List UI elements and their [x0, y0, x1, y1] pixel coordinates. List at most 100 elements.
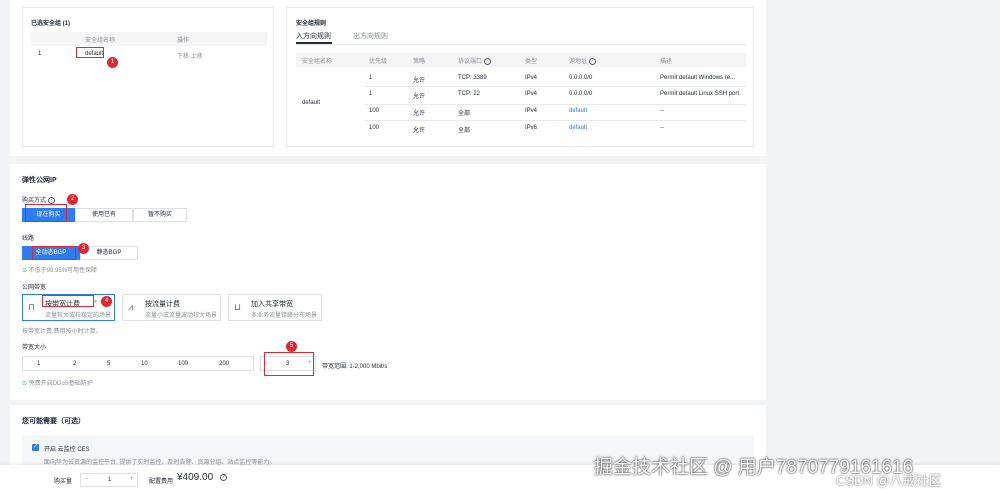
- qty-stepper: − 1 +: [80, 473, 138, 487]
- bw-type-shared-sub: 多业务流量错峰分布场景: [251, 313, 318, 319]
- rule-4-type: IPv6: [525, 125, 538, 131]
- buy-method-label: 购买方式 ?: [22, 195, 55, 204]
- bw-size-group: 1 2 5 10 100 200: [22, 356, 254, 371]
- rule-1-priority: 1: [369, 75, 373, 81]
- marker-badge-4: 4: [101, 296, 112, 307]
- router-icon: ⊓: [28, 302, 36, 312]
- rule-1-description: Permit default Windows re...: [660, 75, 736, 81]
- rule-1-source: 0.0.0.0/0: [569, 75, 593, 81]
- top-section-bg: [10, 0, 766, 7]
- col-protocol-port: 协议端口 ?: [458, 56, 491, 65]
- rules-group-name: default: [302, 100, 321, 106]
- no-buy-button[interactable]: 暂不购买: [133, 208, 187, 222]
- bw-type-note: 按带宽计费,费用按小时计算。: [22, 329, 102, 335]
- bw-size-option[interactable]: 5: [107, 361, 110, 367]
- price-label: 配置费用: [149, 479, 174, 485]
- marker-badge-1: 1: [107, 57, 118, 68]
- selected-sg-card: 已选安全组 (1) 安全组名称 操作 1 default 下移 上移: [22, 7, 274, 147]
- rule-4-source-link[interactable]: default: [569, 125, 587, 131]
- selected-sg-title: 已选安全组 (1): [31, 21, 71, 27]
- col-policy: 策略: [413, 59, 426, 65]
- rule-3-source-link[interactable]: default: [569, 108, 587, 114]
- selected-sg-row-ops[interactable]: 下移 上移: [177, 51, 203, 60]
- row-divider: [365, 120, 746, 121]
- rule-3-type: IPv4: [525, 108, 538, 114]
- tab-divider: [296, 44, 746, 45]
- selected-sg-header: [31, 32, 267, 46]
- rule-2-port: TCP: 22: [458, 91, 481, 97]
- col-priority: 优先级: [369, 59, 388, 65]
- sg-rules-title: 安全组规则: [296, 21, 327, 27]
- tab-inbound[interactable]: 入方向规则: [296, 31, 331, 41]
- bw-range: 带宽范围: 1-2,000 Mbit/s: [322, 364, 388, 370]
- rule-4-port: 全部: [458, 128, 471, 134]
- help-icon[interactable]: ?: [47, 196, 55, 204]
- price-help-icon[interactable]: ?: [220, 474, 227, 481]
- top-section-right-edge: [754, 7, 766, 147]
- rule-3-policy: 允许: [413, 111, 426, 117]
- bw-size-option[interactable]: 100: [178, 361, 188, 367]
- eip-section: 弹性公网IP 购买方式 ? 现在购买 使用已有 暂不购买 线路 全动态BGP 静…: [10, 164, 766, 400]
- help-icon[interactable]: ?: [588, 57, 596, 65]
- bw-size-label: 带宽大小: [22, 345, 47, 351]
- top-section-bottom: [10, 147, 766, 156]
- ces-checkbox[interactable]: ✓: [32, 444, 39, 451]
- extras-title: 您可能需要（可选）: [22, 418, 85, 425]
- marker-box-4: [42, 295, 94, 307]
- row-divider: [365, 104, 746, 105]
- sg-rules-card: 安全组规则 入方向规则 出方向规则 安全组名称 优先级 策略 协议端口 ? 类型…: [286, 7, 754, 147]
- bw-type-bandwidth-sub: 流量较大或较稳定的场景: [45, 313, 112, 319]
- col-description: 描述: [660, 59, 673, 65]
- rule-2-policy: 允许: [413, 94, 426, 100]
- rule-4-priority: 100: [369, 125, 380, 131]
- bw-type-label: 公网带宽: [22, 285, 47, 291]
- selected-sg-col-name: 安全组名称: [85, 38, 116, 44]
- chart-line-icon: ⩘: [128, 302, 134, 312]
- bw-type-traffic-title: 按流量计费: [145, 301, 180, 308]
- bw-size-option[interactable]: 10: [141, 361, 148, 367]
- qty-value-input[interactable]: 1: [108, 477, 111, 483]
- rule-3-priority: 100: [369, 108, 380, 114]
- use-existing-button[interactable]: 使用已有: [75, 208, 133, 222]
- marker-box-3: [32, 246, 76, 260]
- rule-3-port: 全部: [458, 111, 471, 117]
- rule-2-description: Permit default Linux SSH port: [660, 91, 740, 97]
- marker-box-2: [25, 204, 67, 222]
- bw-type-card-shared[interactable]: ⊔ 加入共享带宽 多业务流量错峰分布场景: [228, 294, 322, 321]
- tab-outbound[interactable]: 出方向规则: [353, 31, 388, 41]
- rule-4-description: --: [660, 125, 664, 131]
- marker-badge-5: 5: [286, 341, 297, 352]
- marker-box-5: [264, 352, 314, 376]
- bw-size-option[interactable]: 2: [73, 361, 76, 367]
- bw-type-traffic-sub: 流量小或流量波动较大场景: [145, 313, 218, 319]
- qty-label: 购买量: [54, 479, 73, 485]
- rule-1-port: TCP: 3389: [458, 75, 487, 81]
- col-sg-name: 安全组名称: [302, 59, 333, 65]
- price-value: ¥409.00: [177, 472, 214, 483]
- watermark-csdn: CSDN @八戒社区: [836, 473, 942, 488]
- check-circle-icon: ⊙: [22, 268, 28, 274]
- qty-plus-button[interactable]: +: [130, 476, 134, 482]
- bw-size-option[interactable]: 1: [37, 361, 40, 367]
- bw-type-card-traffic[interactable]: ⩘ 按流量计费 流量小或流量波动较大场景: [122, 294, 221, 321]
- rule-3-description: --: [660, 108, 664, 114]
- ddos-note: ⊙ 免费开启DDoS基础防护: [22, 381, 93, 387]
- marker-box-1: [76, 47, 104, 58]
- ces-label: 开启 云监控 CES: [44, 447, 90, 453]
- col-type: 类型: [525, 59, 538, 65]
- eip-title: 弹性公网IP: [22, 177, 57, 184]
- help-icon[interactable]: ?: [483, 57, 491, 65]
- bw-size-option[interactable]: 200: [219, 361, 229, 367]
- check-circle-icon: ⊙: [22, 381, 28, 387]
- top-section-left-edge: [10, 7, 22, 147]
- col-source: 源地址 ?: [569, 56, 596, 65]
- rule-2-source: 0.0.0.0/0: [569, 91, 593, 97]
- line-note: ⊙ 不低于99.95%可用性保障: [22, 268, 98, 274]
- row-divider: [365, 86, 746, 87]
- selected-sg-col-ops: 操作: [177, 38, 190, 44]
- thumb-icon: ♦: [94, 299, 98, 305]
- rule-1-policy: 允许: [413, 78, 426, 84]
- qty-minus-button[interactable]: −: [85, 476, 89, 482]
- sg-rules-header: [296, 53, 746, 67]
- rule-2-priority: 1: [369, 91, 373, 97]
